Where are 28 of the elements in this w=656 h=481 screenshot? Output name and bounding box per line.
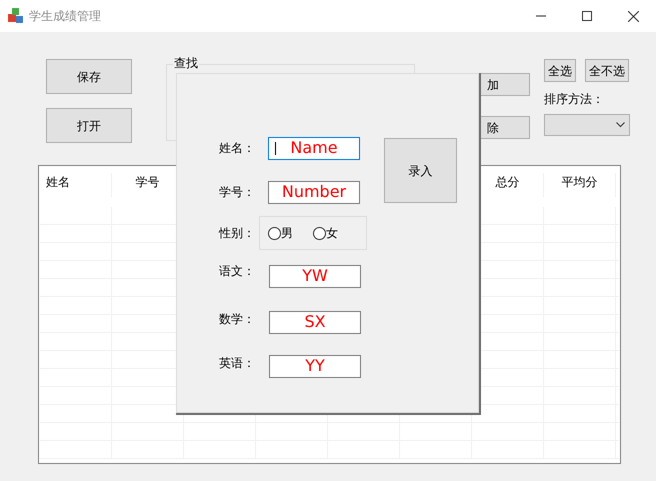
field-label: 英语： (219, 355, 256, 372)
radio-option[interactable]: 男 (268, 224, 293, 242)
close-icon (628, 10, 638, 22)
field-label: 性别： (219, 225, 256, 242)
select-button[interactable]: 全选 (544, 59, 576, 82)
column-header[interactable]: 姓名 (40, 173, 112, 197)
radio-option[interactable]: 女 (313, 224, 338, 242)
field-label: 数学： (219, 311, 256, 328)
window-title: 学生成绩管理 (29, 8, 101, 25)
chevron-down-icon (616, 122, 625, 128)
field-label: 学号： (219, 184, 256, 201)
sort-label: 排序方法： (544, 91, 605, 108)
field-label: 语文： (219, 263, 256, 280)
text-field[interactable]: SX (269, 310, 361, 334)
action-button[interactable]: 打开 (46, 108, 132, 143)
submit-button[interactable]: 录入 (384, 138, 457, 203)
text-field[interactable]: YY (269, 354, 361, 378)
column-header[interactable]: 平均分 (544, 173, 616, 197)
text-cursor (275, 142, 276, 154)
action-button[interactable]: 保存 (46, 59, 132, 94)
text-field[interactable]: Number (268, 180, 360, 204)
field-label: 姓名： (219, 140, 256, 157)
text-field[interactable]: Name (268, 136, 360, 160)
text-field[interactable]: YW (269, 264, 361, 288)
group-title: 查找 (173, 57, 199, 69)
maximize-icon (582, 11, 592, 21)
select-button[interactable]: 全不选 (585, 59, 629, 82)
cubes-icon (7, 7, 25, 25)
